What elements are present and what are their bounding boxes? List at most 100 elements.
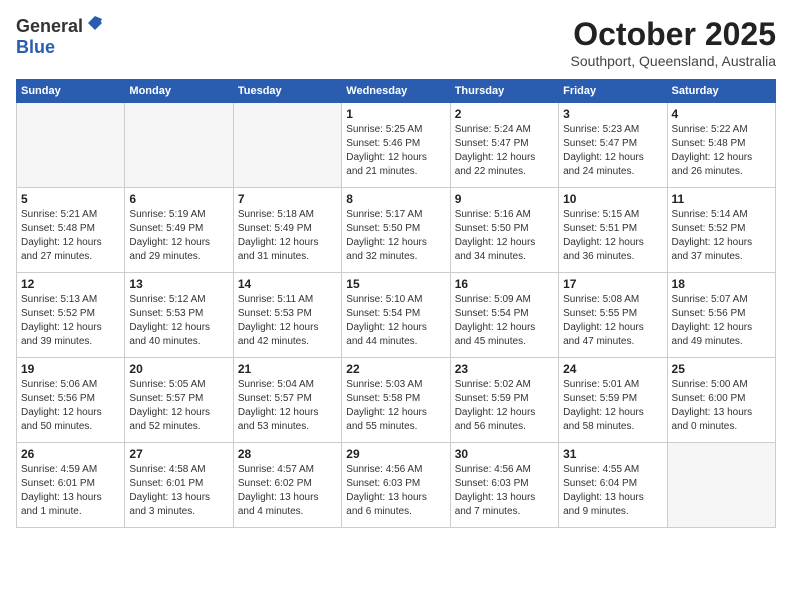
day-info: Sunrise: 5:17 AM Sunset: 5:50 PM Dayligh… <box>346 208 445 264</box>
logo: General Blue <box>16 16 104 58</box>
week-row-2: 5 Sunrise: 5:21 AM Sunset: 5:48 PM Daylig… <box>17 188 776 273</box>
day-number: 12 <box>21 277 120 291</box>
day-cell: 10 Sunrise: 5:15 AM Sunset: 5:51 PM Dayli… <box>559 188 667 273</box>
day-info: Sunrise: 5:24 AM Sunset: 5:47 PM Dayligh… <box>455 123 554 179</box>
day-cell: 19Sunrise: 5:06 AM Sunset: 5:56 PM Dayli… <box>17 358 125 443</box>
calendar-header-monday: Monday <box>125 80 233 103</box>
day-number: 18 <box>672 277 771 291</box>
day-cell: 6 Sunrise: 5:19 AM Sunset: 5:49 PM Daylig… <box>125 188 233 273</box>
day-info: Sunrise: 5:01 AM Sunset: 5:59 PM Dayligh… <box>563 378 662 434</box>
day-info: Sunrise: 5:18 AM Sunset: 5:49 PM Dayligh… <box>238 208 337 264</box>
page-header: General Blue October 2025 Southport, Que… <box>16 16 776 69</box>
day-cell: 29 Sunrise: 4:56 AM Sunset: 6:03 PM Dayli… <box>342 443 450 528</box>
day-cell <box>233 103 341 188</box>
day-number: 19 <box>21 362 120 376</box>
day-info: Sunrise: 5:14 AM Sunset: 5:52 PM Dayligh… <box>672 208 771 264</box>
location: Southport, Queensland, Australia <box>571 53 776 69</box>
day-info: Sunrise: 4:56 AM Sunset: 6:03 PM Dayligh… <box>455 463 554 519</box>
week-row-4: 19Sunrise: 5:06 AM Sunset: 5:56 PM Dayli… <box>17 358 776 443</box>
day-number: 2 <box>455 107 554 121</box>
day-info: Sunrise: 5:19 AM Sunset: 5:49 PM Dayligh… <box>129 208 228 264</box>
day-cell: 9Sunrise: 5:16 AM Sunset: 5:50 PM Daylig… <box>450 188 558 273</box>
calendar-header-friday: Friday <box>559 80 667 103</box>
day-number: 29 <box>346 447 445 461</box>
day-number: 17 <box>563 277 662 291</box>
day-number: 26 <box>21 447 120 461</box>
day-info: Sunrise: 5:11 AM Sunset: 5:53 PM Dayligh… <box>238 293 337 349</box>
day-number: 23 <box>455 362 554 376</box>
day-info: Sunrise: 5:10 AM Sunset: 5:54 PM Dayligh… <box>346 293 445 349</box>
day-number: 28 <box>238 447 337 461</box>
day-cell: 12Sunrise: 5:13 AM Sunset: 5:52 PM Dayli… <box>17 273 125 358</box>
day-number: 6 <box>129 192 228 206</box>
day-info: Sunrise: 5:21 AM Sunset: 5:48 PM Dayligh… <box>21 208 120 264</box>
day-cell: 25Sunrise: 5:00 AM Sunset: 6:00 PM Dayli… <box>667 358 775 443</box>
day-info: Sunrise: 4:56 AM Sunset: 6:03 PM Dayligh… <box>346 463 445 519</box>
day-cell: 7 Sunrise: 5:18 AM Sunset: 5:49 PM Daylig… <box>233 188 341 273</box>
day-number: 30 <box>455 447 554 461</box>
day-cell: 27 Sunrise: 4:58 AM Sunset: 6:01 PM Dayli… <box>125 443 233 528</box>
day-cell: 1 Sunrise: 5:25 AM Sunset: 5:46 PM Daylig… <box>342 103 450 188</box>
day-number: 5 <box>21 192 120 206</box>
calendar-header-thursday: Thursday <box>450 80 558 103</box>
week-row-3: 12Sunrise: 5:13 AM Sunset: 5:52 PM Dayli… <box>17 273 776 358</box>
day-cell: 31 Sunrise: 4:55 AM Sunset: 6:04 PM Dayli… <box>559 443 667 528</box>
day-info: Sunrise: 5:03 AM Sunset: 5:58 PM Dayligh… <box>346 378 445 434</box>
day-cell <box>125 103 233 188</box>
day-info: Sunrise: 5:25 AM Sunset: 5:46 PM Dayligh… <box>346 123 445 179</box>
day-cell: 30 Sunrise: 4:56 AM Sunset: 6:03 PM Dayli… <box>450 443 558 528</box>
day-info: Sunrise: 5:12 AM Sunset: 5:53 PM Dayligh… <box>129 293 228 349</box>
day-cell: 11 Sunrise: 5:14 AM Sunset: 5:52 PM Dayli… <box>667 188 775 273</box>
day-number: 31 <box>563 447 662 461</box>
day-number: 14 <box>238 277 337 291</box>
day-info: Sunrise: 5:16 AM Sunset: 5:50 PM Dayligh… <box>455 208 554 264</box>
day-cell: 18 Sunrise: 5:07 AM Sunset: 5:56 PM Dayli… <box>667 273 775 358</box>
day-cell: 3 Sunrise: 5:23 AM Sunset: 5:47 PM Daylig… <box>559 103 667 188</box>
day-number: 21 <box>238 362 337 376</box>
day-cell <box>17 103 125 188</box>
day-number: 11 <box>672 192 771 206</box>
day-info: Sunrise: 5:08 AM Sunset: 5:55 PM Dayligh… <box>563 293 662 349</box>
day-number: 4 <box>672 107 771 121</box>
day-info: Sunrise: 5:23 AM Sunset: 5:47 PM Dayligh… <box>563 123 662 179</box>
day-cell: 26 Sunrise: 4:59 AM Sunset: 6:01 PM Dayli… <box>17 443 125 528</box>
day-cell: 23Sunrise: 5:02 AM Sunset: 5:59 PM Dayli… <box>450 358 558 443</box>
day-info: Sunrise: 4:57 AM Sunset: 6:02 PM Dayligh… <box>238 463 337 519</box>
day-number: 27 <box>129 447 228 461</box>
day-number: 16 <box>455 277 554 291</box>
day-number: 7 <box>238 192 337 206</box>
logo-flag-icon <box>86 14 104 37</box>
day-cell: 24 Sunrise: 5:01 AM Sunset: 5:59 PM Dayli… <box>559 358 667 443</box>
day-cell: 8 Sunrise: 5:17 AM Sunset: 5:50 PM Daylig… <box>342 188 450 273</box>
day-info: Sunrise: 5:07 AM Sunset: 5:56 PM Dayligh… <box>672 293 771 349</box>
day-number: 25 <box>672 362 771 376</box>
day-number: 15 <box>346 277 445 291</box>
day-number: 3 <box>563 107 662 121</box>
day-info: Sunrise: 4:59 AM Sunset: 6:01 PM Dayligh… <box>21 463 120 519</box>
calendar-header-sunday: Sunday <box>17 80 125 103</box>
day-cell: 5 Sunrise: 5:21 AM Sunset: 5:48 PM Daylig… <box>17 188 125 273</box>
day-cell: 13 Sunrise: 5:12 AM Sunset: 5:53 PM Dayli… <box>125 273 233 358</box>
day-number: 1 <box>346 107 445 121</box>
day-cell: 16Sunrise: 5:09 AM Sunset: 5:54 PM Dayli… <box>450 273 558 358</box>
day-info: Sunrise: 4:58 AM Sunset: 6:01 PM Dayligh… <box>129 463 228 519</box>
day-number: 13 <box>129 277 228 291</box>
day-number: 10 <box>563 192 662 206</box>
day-number: 8 <box>346 192 445 206</box>
day-cell: 21Sunrise: 5:04 AM Sunset: 5:57 PM Dayli… <box>233 358 341 443</box>
day-cell: 22 Sunrise: 5:03 AM Sunset: 5:58 PM Dayli… <box>342 358 450 443</box>
calendar-header-saturday: Saturday <box>667 80 775 103</box>
day-info: Sunrise: 4:55 AM Sunset: 6:04 PM Dayligh… <box>563 463 662 519</box>
day-cell: 15 Sunrise: 5:10 AM Sunset: 5:54 PM Dayli… <box>342 273 450 358</box>
day-info: Sunrise: 5:05 AM Sunset: 5:57 PM Dayligh… <box>129 378 228 434</box>
calendar-header-wednesday: Wednesday <box>342 80 450 103</box>
day-info: Sunrise: 5:15 AM Sunset: 5:51 PM Dayligh… <box>563 208 662 264</box>
day-cell: 28 Sunrise: 4:57 AM Sunset: 6:02 PM Dayli… <box>233 443 341 528</box>
day-info: Sunrise: 5:22 AM Sunset: 5:48 PM Dayligh… <box>672 123 771 179</box>
day-number: 22 <box>346 362 445 376</box>
calendar-table: SundayMondayTuesdayWednesdayThursdayFrid… <box>16 79 776 528</box>
day-cell: 2 Sunrise: 5:24 AM Sunset: 5:47 PM Daylig… <box>450 103 558 188</box>
title-area: October 2025 Southport, Queensland, Aust… <box>571 16 776 69</box>
day-number: 24 <box>563 362 662 376</box>
day-number: 20 <box>129 362 228 376</box>
